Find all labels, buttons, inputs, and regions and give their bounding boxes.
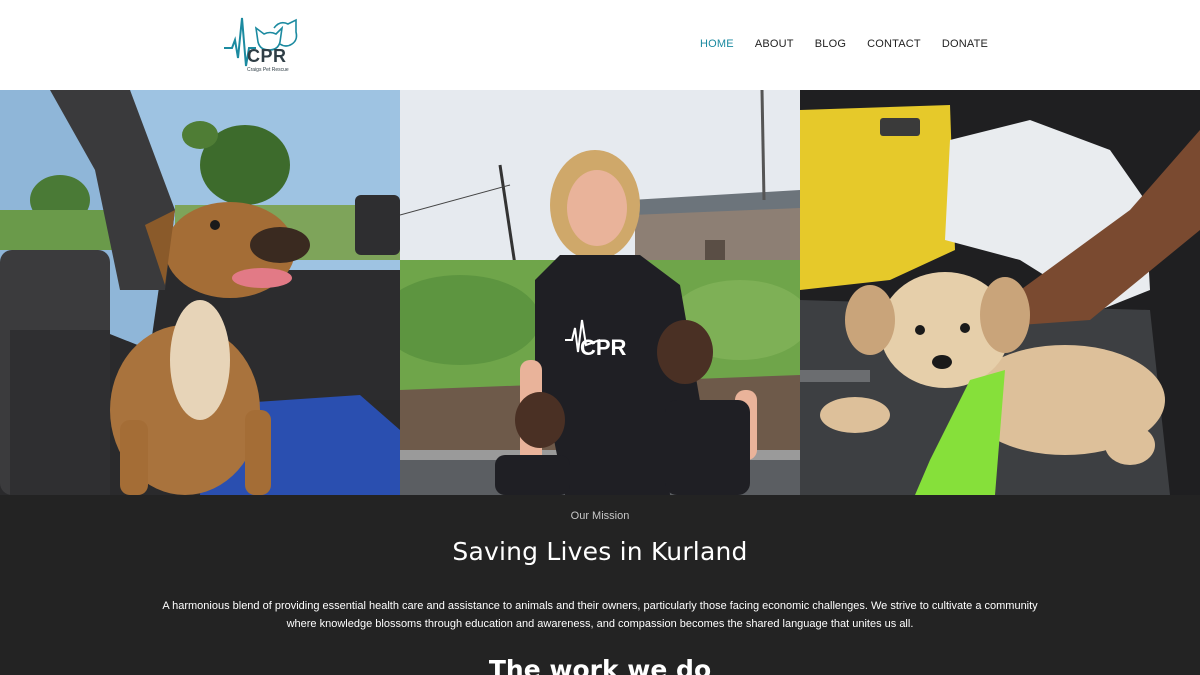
work-heading: The work we do [488, 655, 712, 675]
hero-photo-strip: CPR [0, 90, 1200, 495]
svg-text:CPR: CPR [580, 335, 627, 360]
nav-blog[interactable]: BLOG [815, 38, 846, 50]
mission-description: A harmonious blend of providing essentia… [162, 600, 1038, 630]
mission-title: Saving Lives in Kurland [452, 537, 748, 566]
nav-home[interactable]: HOME [700, 38, 734, 50]
logo-subtext: Craigs Pet Rescue [247, 67, 289, 73]
nav-about[interactable]: ABOUT [755, 38, 794, 50]
main-nav: HOME ABOUT BLOG CONTACT DONATE [700, 38, 1009, 50]
site-header: CPR Craigs Pet Rescue HOME ABOUT BLOG CO… [0, 0, 1200, 90]
dog-in-car-photo [0, 90, 400, 495]
puppy-with-green-cast-photo [800, 90, 1200, 495]
nav-contact[interactable]: CONTACT [867, 38, 921, 50]
logo-text: CPR [247, 46, 287, 66]
volunteer-with-children-photo: CPR [400, 90, 800, 495]
cpr-logo[interactable]: CPR Craigs Pet Rescue [222, 14, 302, 76]
mission-eyebrow: Our Mission [570, 510, 630, 522]
mission-section: Our Mission Saving Lives in Kurland A ha… [0, 495, 1200, 675]
nav-donate[interactable]: DONATE [942, 38, 988, 50]
